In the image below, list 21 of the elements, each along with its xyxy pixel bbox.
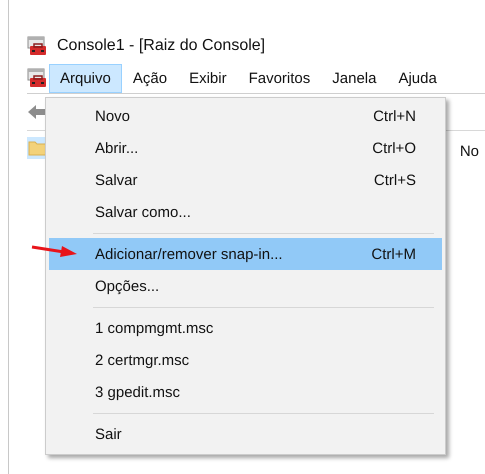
menu-option[interactable]: 1 compmgmt.msc <box>49 312 442 344</box>
menu-option[interactable]: Salvar Ctrl+S <box>49 164 442 196</box>
menu-item[interactable]: Ação <box>122 64 178 92</box>
menu-option[interactable]: Salvar como... <box>49 196 442 228</box>
menu-option[interactable]: Opções... <box>49 270 442 302</box>
menu-option[interactable]: Adicionar/remover snap-in... Ctrl+M <box>49 238 442 270</box>
menu-item[interactable]: Exibir <box>178 64 238 92</box>
back-arrow-icon[interactable] <box>27 104 47 120</box>
column-header[interactable]: No <box>460 137 479 160</box>
menu-item[interactable]: Ajuda <box>387 64 448 92</box>
window-title: Console1 - [Raiz do Console] <box>57 37 266 55</box>
menu-item[interactable]: Janela <box>321 64 388 92</box>
console-icon <box>27 36 47 56</box>
menu-option[interactable]: Novo Ctrl+N <box>49 100 442 132</box>
menu-option[interactable]: Abrir... Ctrl+O <box>49 132 442 164</box>
menu-item[interactable]: Arquivo <box>49 64 122 92</box>
console-icon <box>27 68 47 88</box>
menu-option[interactable]: 2 certmgr.msc <box>49 344 442 376</box>
menu-option[interactable]: 3 gpedit.msc <box>49 376 442 408</box>
menu-item[interactable]: Favoritos <box>238 64 322 92</box>
menu-option[interactable]: Sair <box>49 418 442 450</box>
